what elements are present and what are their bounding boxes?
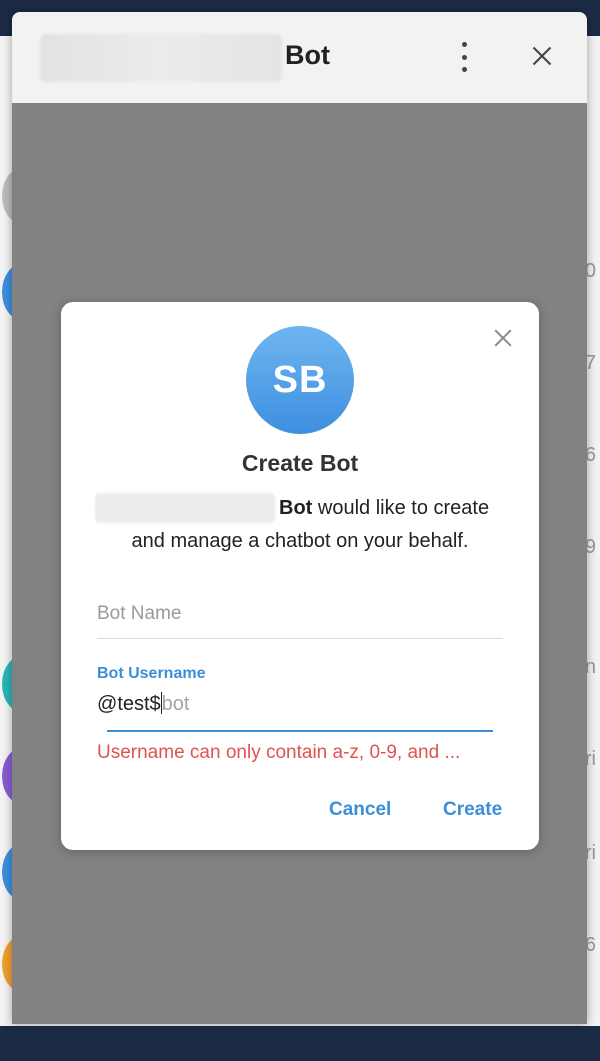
bot-name-input[interactable]	[97, 589, 503, 639]
username-suffix: bot	[161, 693, 190, 715]
bot-avatar: SB	[246, 326, 354, 434]
dialog-close-icon[interactable]	[492, 327, 514, 349]
bot-username-input[interactable]: @test$bot	[97, 692, 503, 730]
avatar-initials: SB	[272, 358, 328, 401]
description-bold: Bot	[279, 497, 313, 519]
redacted-bot-name	[40, 34, 282, 82]
dialog-description: Bot would like to create and manage a ch…	[91, 492, 509, 558]
popup-header: Bot	[12, 12, 587, 103]
bot-username-label: Bot Username	[97, 665, 206, 682]
username-error: Username can only contain a-z, 0-9, and …	[97, 742, 461, 763]
dialog-title: Create Bot	[241, 450, 359, 476]
create-bot-dialog: SB Create Bot Bot would like to create a…	[61, 302, 539, 850]
username-prefix: @	[97, 693, 118, 715]
redacted-app-name	[95, 493, 275, 523]
header-title: Bot	[285, 40, 330, 70]
description-line2: and manage a chatbot on your behalf.	[131, 530, 469, 552]
username-underline	[107, 730, 493, 732]
kebab-menu-icon[interactable]	[452, 42, 476, 72]
description-line1: would like to create	[312, 497, 490, 519]
create-button[interactable]: Create	[443, 799, 502, 821]
close-icon[interactable]	[531, 45, 553, 67]
username-value: test$	[117, 693, 161, 715]
cancel-button[interactable]: Cancel	[329, 799, 391, 821]
